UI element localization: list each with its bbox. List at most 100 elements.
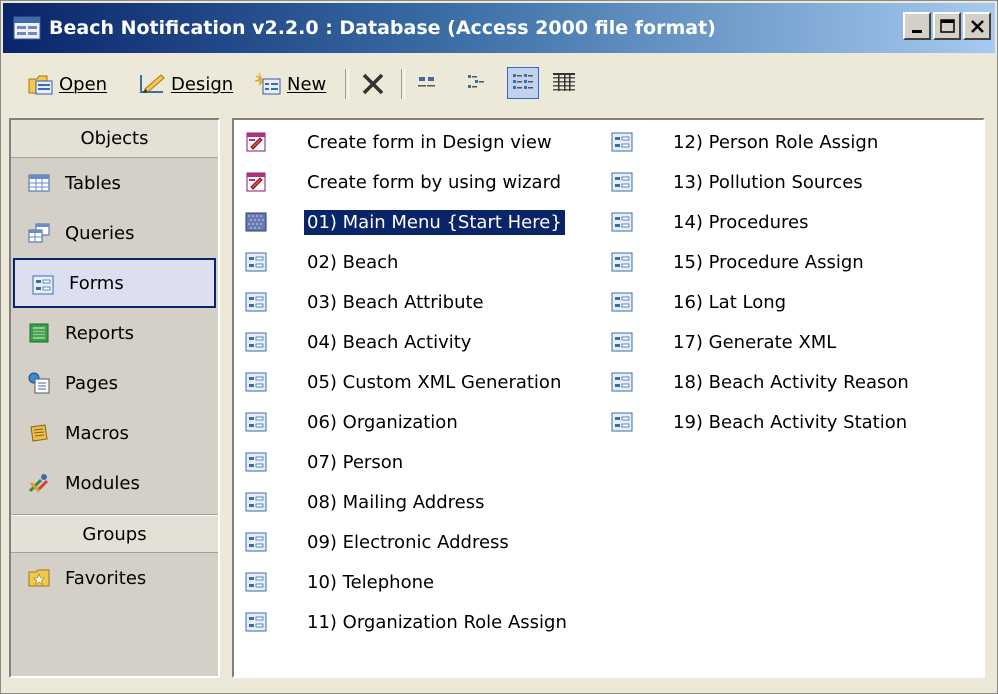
form-list-item-label: 10) Telephone: [307, 571, 435, 593]
list-view-button[interactable]: [507, 67, 539, 99]
objects-item-pages[interactable]: Pages: [11, 358, 218, 408]
form-list-item[interactable]: 07) Person: [244, 442, 570, 482]
form-list-item[interactable]: 04) Beach Activity: [244, 322, 570, 362]
forms-list-column-1: Create form in Design view Create form by…: [244, 122, 570, 642]
objects-item-label: Forms: [69, 272, 124, 294]
groups-item-favorites[interactable]: Favorites: [11, 553, 218, 603]
form-icon: [611, 332, 633, 352]
form-list-item[interactable]: 09) Electronic Address: [244, 522, 570, 562]
design-view-icon: [139, 74, 165, 93]
database-window-icon[interactable]: [13, 14, 41, 42]
table-icon: [28, 174, 50, 192]
forms-list-column-2: 12) Person Role Assign 13) Pollution Sour…: [610, 122, 912, 442]
form-list-item-label: 15) Procedure Assign: [673, 251, 864, 273]
details-view-button[interactable]: [549, 67, 581, 99]
forms-list-pane[interactable]: Create form in Design view Create form by…: [232, 118, 985, 678]
form-list-item[interactable]: 16) Lat Long: [610, 282, 912, 322]
form-list-item[interactable]: 18) Beach Activity Reason: [610, 362, 912, 402]
form-list-item[interactable]: 19) Beach Activity Station: [610, 402, 912, 442]
form-list-item-label: 17) Generate XML: [673, 331, 837, 353]
large-icons-icon: [418, 77, 435, 87]
form-list-item[interactable]: 12) Person Role Assign: [610, 122, 912, 162]
form-icon: [245, 452, 267, 472]
objects-item-tables[interactable]: Tables: [11, 158, 218, 208]
form-list-item[interactable]: 13) Pollution Sources: [610, 162, 912, 202]
form-list-item-label: 18) Beach Activity Reason: [673, 371, 909, 393]
close-button[interactable]: [963, 12, 991, 40]
delete-button[interactable]: [359, 67, 391, 101]
report-icon: [29, 323, 49, 343]
open-button[interactable]: Open: [27, 67, 107, 101]
form-list-item[interactable]: 10) Telephone: [244, 562, 570, 602]
form-list-item-label: 04) Beach Activity: [307, 331, 472, 353]
form-list-item-label: 09) Electronic Address: [307, 531, 509, 553]
form-list-item[interactable]: 17) Generate XML: [610, 322, 912, 362]
form-list-item-label: 06) Organization: [307, 411, 458, 433]
form-list-item-label: 02) Beach: [307, 251, 399, 273]
objects-item-label: Queries: [65, 222, 135, 244]
toolbar: Open Design New: [3, 57, 995, 109]
form-list-item-label: 12) Person Role Assign: [673, 131, 879, 153]
toolbar-separator: [401, 69, 405, 99]
title-bar[interactable]: Beach Notification v2.2.0 : Database (Ac…: [3, 3, 995, 53]
form-list-item-label: 11) Organization Role Assign: [307, 611, 567, 633]
form-icon: [245, 412, 267, 432]
form-icon: [32, 275, 54, 295]
form-icon: [245, 612, 267, 632]
form-list-item[interactable]: 08) Mailing Address: [244, 482, 570, 522]
objects-header[interactable]: Objects: [11, 120, 218, 158]
maximize-icon: [940, 19, 955, 33]
open-label: Open: [59, 73, 108, 95]
form-list-item[interactable]: 05) Custom XML Generation: [244, 362, 570, 402]
objects-item-forms[interactable]: Forms: [13, 258, 216, 308]
objects-item-modules[interactable]: Modules: [11, 458, 218, 508]
form-list-item-label: Create form by using wizard: [307, 171, 562, 193]
favorites-folder-icon: [28, 569, 50, 587]
form-list-item-label: 19) Beach Activity Station: [673, 411, 908, 433]
form-list-item-label: 13) Pollution Sources: [673, 171, 863, 193]
form-list-item[interactable]: 14) Procedures: [610, 202, 912, 242]
open-form-icon: [28, 75, 53, 95]
design-button[interactable]: Design: [137, 67, 233, 101]
page-icon: [28, 372, 50, 394]
new-button[interactable]: New: [253, 67, 326, 101]
form-list-item-label: 03) Beach Attribute: [307, 291, 484, 313]
small-icons-icon: [468, 75, 484, 88]
macro-icon: [30, 424, 48, 442]
form-list-item[interactable]: 02) Beach: [244, 242, 570, 282]
form-icon: [611, 132, 633, 152]
minimize-button[interactable]: [903, 12, 931, 40]
window-title: Beach Notification v2.2.0 : Database (Ac…: [49, 17, 716, 39]
module-icon: [28, 474, 49, 493]
form-list-item[interactable]: 11) Organization Role Assign: [244, 602, 570, 642]
form-list-item-label: 08) Mailing Address: [307, 491, 485, 513]
maximize-button[interactable]: [933, 12, 961, 40]
form-list-item-label: 16) Lat Long: [673, 291, 787, 313]
form-icon: [245, 252, 267, 272]
form-icon: [245, 292, 267, 312]
objects-item-label: Tables: [65, 172, 121, 194]
form-icon: [245, 492, 267, 512]
large-icons-view-button[interactable]: [413, 67, 445, 99]
groups-header[interactable]: Groups: [11, 515, 218, 553]
form-list-item[interactable]: 03) Beach Attribute: [244, 282, 570, 322]
new-label: New: [287, 73, 327, 95]
design-label: Design: [171, 73, 234, 95]
form-list-item[interactable]: Create form by using wizard: [244, 162, 570, 202]
form-list-item[interactable]: 06) Organization: [244, 402, 570, 442]
objects-item-macros[interactable]: Macros: [11, 408, 218, 458]
objects-item-label: Pages: [65, 372, 118, 394]
objects-item-label: Modules: [65, 472, 140, 494]
small-icons-view-button[interactable]: [461, 67, 493, 99]
form-icon: [611, 172, 633, 192]
form-list-item[interactable]: Create form in Design view: [244, 122, 570, 162]
form-list-item-label: 14) Procedures: [673, 211, 809, 233]
objects-item-queries[interactable]: Queries: [11, 208, 218, 258]
form-list-item-label: Create form in Design view: [307, 131, 552, 153]
form-list-item[interactable]: 15) Procedure Assign: [610, 242, 912, 282]
form-icon: [245, 332, 267, 352]
form-list-item[interactable]: 01) Main Menu {Start Here}: [244, 202, 570, 242]
objects-item-reports[interactable]: Reports: [11, 308, 218, 358]
database-window: Beach Notification v2.2.0 : Database (Ac…: [0, 0, 998, 694]
close-icon: [971, 20, 984, 33]
